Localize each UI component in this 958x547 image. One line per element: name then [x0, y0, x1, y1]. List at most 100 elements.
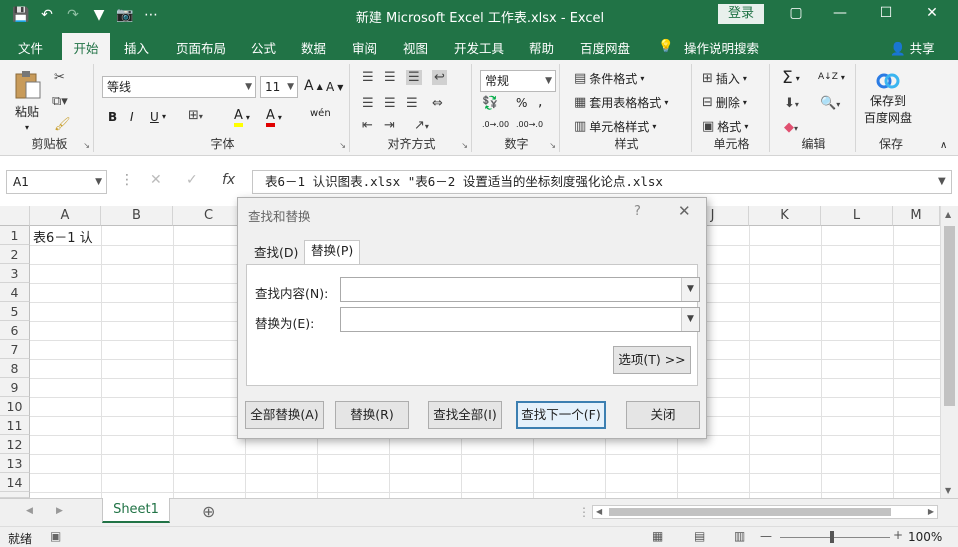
merge-center-icon[interactable]: ⇔ — [432, 96, 443, 111]
alignment-launcher-icon[interactable]: ↘ — [461, 141, 468, 150]
align-top-icon[interactable]: ☰ — [362, 70, 374, 85]
macro-record-icon[interactable]: ▣ — [50, 529, 61, 543]
tab-file[interactable]: 文件 — [18, 38, 43, 57]
phonetic-icon[interactable]: wén — [310, 108, 331, 119]
scroll-right-icon[interactable]: ▶ — [928, 507, 934, 516]
italic-button[interactable]: I — [130, 110, 134, 124]
camera-icon[interactable]: 📷 — [114, 5, 136, 25]
replace-with-input[interactable]: ▼ — [340, 307, 700, 332]
save-to-baidu-button[interactable]: 保存到 百度网盘 — [864, 70, 912, 126]
row-header[interactable]: 7 — [0, 340, 30, 359]
share-button[interactable]: 👤 共享 — [890, 38, 935, 57]
increase-indent-icon[interactable]: ⇥ — [384, 118, 395, 133]
col-header-k[interactable]: K — [749, 206, 821, 226]
align-left-icon[interactable]: ☰ — [362, 96, 374, 111]
zoom-slider-thumb[interactable] — [830, 531, 834, 543]
login-button[interactable]: 登录 — [718, 4, 764, 24]
tab-review[interactable]: 审阅 — [352, 38, 377, 57]
tell-me-search[interactable]: 操作说明搜索 — [684, 38, 759, 57]
font-launcher-icon[interactable]: ↘ — [339, 141, 346, 150]
expand-formula-icon[interactable]: ▼ — [938, 176, 946, 187]
row-header[interactable]: 8 — [0, 359, 30, 378]
row-header[interactable]: 10 — [0, 397, 30, 416]
paste-button[interactable]: 粘贴 ▾ — [12, 70, 42, 132]
orientation-icon[interactable]: ↗▾ — [414, 118, 429, 133]
increase-decimal-button[interactable]: .0→.00 — [482, 120, 509, 129]
col-header-a[interactable]: A — [30, 206, 101, 226]
delete-cells-button[interactable]: ⊟ 删除 ▾ — [702, 94, 747, 111]
vertical-scroll-thumb[interactable] — [944, 226, 955, 406]
cell-styles-button[interactable]: ▥ 单元格样式 ▾ — [574, 118, 656, 135]
grow-font-button[interactable]: A ▲ — [304, 78, 323, 94]
fill-color-button[interactable]: A ▾ — [234, 108, 250, 127]
font-color-button[interactable]: A ▾ — [266, 108, 282, 127]
scroll-down-icon[interactable]: ▼ — [945, 486, 951, 495]
normal-view-icon[interactable]: ▦ — [652, 529, 663, 543]
align-bottom-icon[interactable]: ☰ — [406, 70, 422, 85]
number-launcher-icon[interactable]: ↘ — [549, 141, 556, 150]
tab-home[interactable]: 开始 — [62, 33, 110, 60]
row-header[interactable]: 9 — [0, 378, 30, 397]
align-right-icon[interactable]: ☰ — [406, 96, 418, 111]
minimize-button[interactable]: — — [830, 5, 850, 21]
align-middle-icon[interactable]: ☰ — [384, 70, 396, 85]
tab-replace[interactable]: 替换(P) — [304, 240, 361, 265]
replace-history-dropdown[interactable]: ▼ — [681, 308, 699, 331]
collapse-ribbon-icon[interactable]: ∧ — [940, 140, 947, 151]
tab-split-handle[interactable]: ⋮ — [578, 505, 590, 519]
underline-dropdown-icon[interactable]: ▾ — [162, 112, 166, 121]
align-center-icon[interactable]: ☰ — [384, 96, 396, 111]
percent-button[interactable]: % — [516, 96, 527, 110]
insert-cells-button[interactable]: ⊞ 插入 ▾ — [702, 70, 747, 87]
font-size-select[interactable]: 11 ▼ — [260, 76, 298, 98]
insert-function-icon[interactable]: fx — [222, 172, 235, 188]
format-painter-icon[interactable]: 🖌 — [54, 117, 71, 132]
zoom-slider[interactable] — [780, 537, 890, 538]
replace-all-button[interactable]: 全部替换(A) — [245, 401, 324, 429]
horizontal-scrollbar[interactable]: ◀ ▶ — [592, 505, 938, 519]
underline-button[interactable]: U — [150, 110, 159, 124]
enter-icon[interactable]: ✓ — [186, 172, 198, 188]
font-name-select[interactable]: 等线 ▼ — [102, 76, 256, 98]
shrink-font-button[interactable]: A ▼ — [326, 80, 343, 94]
row-header[interactable]: 14 — [0, 473, 30, 492]
tab-formulas[interactable]: 公式 — [251, 38, 276, 57]
add-sheet-icon[interactable]: ⊕ — [202, 502, 215, 521]
col-header-b[interactable]: B — [101, 206, 173, 226]
autosum-button[interactable]: Σ ▾ — [782, 68, 800, 88]
number-format-select[interactable]: 常规 ▼ — [480, 70, 556, 92]
options-button[interactable]: 选项(T) >> — [613, 346, 691, 374]
row-header[interactable]: 1 — [0, 226, 30, 245]
comma-button[interactable]: , — [538, 94, 542, 110]
col-header-l[interactable]: L — [821, 206, 893, 226]
close-dialog-button[interactable]: 关闭 — [626, 401, 700, 429]
row-header[interactable]: 5 — [0, 302, 30, 321]
replace-button[interactable]: 替换(R) — [335, 401, 409, 429]
tab-help[interactable]: 帮助 — [529, 38, 554, 57]
find-what-input[interactable]: ▼ — [340, 277, 700, 302]
horizontal-scroll-thumb[interactable] — [609, 508, 891, 516]
cancel-icon[interactable]: ✕ — [150, 172, 162, 188]
filter-icon[interactable]: ▼ — [88, 5, 110, 25]
col-header-m[interactable]: M — [893, 206, 940, 226]
scroll-up-icon[interactable]: ▲ — [945, 210, 951, 219]
sort-filter-button[interactable]: A↓Z ▾ — [818, 72, 845, 82]
tab-find[interactable]: 查找(D) — [248, 243, 304, 265]
formula-input[interactable]: 表6－1 认识图表.xlsx "表6－2 设置适当的坐标刻度强化论点.xlsx — [252, 170, 952, 194]
tab-baidu[interactable]: 百度网盘 — [580, 38, 630, 57]
page-break-view-icon[interactable]: ▥ — [734, 529, 745, 543]
row-header[interactable]: 12 — [0, 435, 30, 454]
row-header[interactable]: 2 — [0, 245, 30, 264]
tab-data[interactable]: 数据 — [301, 38, 326, 57]
scroll-left-icon[interactable]: ◀ — [596, 507, 602, 516]
page-layout-view-icon[interactable]: ▤ — [694, 529, 705, 543]
row-header[interactable]: 6 — [0, 321, 30, 340]
next-sheet-icon[interactable]: ▶ — [56, 506, 63, 516]
find-select-icon[interactable]: 🔍▾ — [820, 96, 840, 111]
sheet-tab-sheet1[interactable]: Sheet1 — [102, 498, 170, 523]
select-all-corner[interactable] — [0, 206, 30, 226]
tab-view[interactable]: 视图 — [403, 38, 428, 57]
name-box[interactable]: A1 ▼ — [6, 170, 107, 194]
find-history-dropdown[interactable]: ▼ — [681, 278, 699, 301]
row-header[interactable]: 4 — [0, 283, 30, 302]
